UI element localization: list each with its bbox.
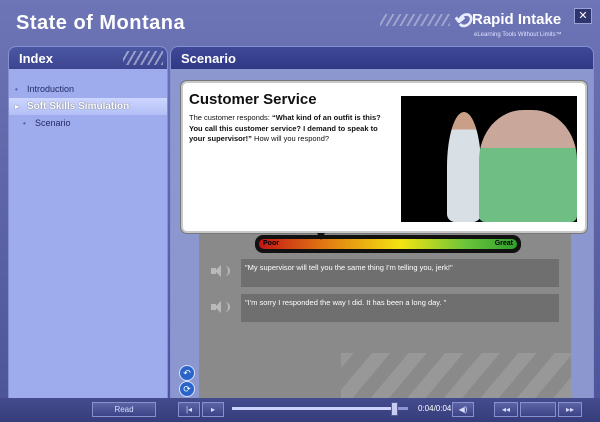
customer-photo: [401, 96, 577, 222]
close-icon: ✕: [578, 10, 588, 22]
person-front: [479, 110, 577, 222]
app-window: State of Montana ⟲ Rapid Intake eLearnin…: [0, 0, 600, 422]
player-bar: Read |◂ ▸ 0:04/0:04 ◀) ◂◂ ▸▸: [0, 398, 600, 422]
undo-icon[interactable]: ↶: [179, 365, 195, 381]
nav-item-scenario[interactable]: • Scenario: [9, 115, 167, 132]
skip-back-icon: |◂: [185, 405, 193, 414]
meter-poor-label: Poor: [263, 240, 279, 247]
scenario-title: Scenario: [181, 51, 236, 66]
meter-pointer-icon: [316, 233, 325, 240]
next-page-button[interactable]: ▸▸: [558, 402, 582, 417]
card-title: Customer Service: [189, 91, 317, 108]
nav-item-label: Introduction: [27, 84, 75, 94]
logo-name: Rapid Intake: [472, 11, 562, 28]
volume-icon: ◀): [458, 405, 468, 414]
meter-gradient: [259, 239, 517, 249]
index-header: Index: [9, 47, 167, 69]
scenario-prompt: The customer responds: “What kind of an …: [189, 113, 389, 145]
close-button[interactable]: ✕: [574, 8, 592, 24]
time-display: 0:04/0:04: [418, 404, 452, 413]
previous-page-button[interactable]: ◂◂: [494, 402, 518, 417]
scenario-panel: Scenario Customer Service The customer r…: [170, 46, 594, 400]
response-option[interactable]: "I'm sorry I responded the way I did. It…: [241, 294, 559, 322]
timeline-progress: [232, 407, 394, 410]
play-button[interactable]: ▸: [202, 402, 224, 417]
rapid-intake-logo: ⟲ Rapid Intake eLearning Tools Without L…: [452, 8, 570, 42]
index-nav: • Introduction ▸ Soft Skills Simulation …: [9, 81, 167, 132]
prompt-intro: The customer responds:: [189, 113, 272, 122]
nav-item-soft-skills-simulation[interactable]: ▸ Soft Skills Simulation: [9, 98, 167, 115]
refresh-icon[interactable]: ⟳: [179, 381, 195, 397]
read-button-label: Read: [114, 405, 134, 414]
stage-stripes: [341, 353, 571, 399]
prompt-question: How will you respond?: [251, 134, 330, 143]
bullet-icon: •: [23, 119, 26, 128]
nav-item-label: Scenario: [35, 118, 71, 128]
speaker-icon[interactable]: [211, 300, 230, 314]
scenario-card: Customer Service The customer responds: …: [181, 81, 587, 233]
nav-item-introduction[interactable]: • Introduction: [9, 81, 167, 98]
bullet-icon: •: [15, 85, 18, 94]
scenario-header: Scenario: [171, 47, 593, 69]
response-option[interactable]: "My supervisor will tell you the same th…: [241, 259, 559, 287]
speaker-icon[interactable]: [211, 264, 230, 278]
play-icon: ▸: [210, 405, 215, 414]
index-title: Index: [19, 51, 53, 66]
timeline-slider[interactable]: [232, 402, 408, 416]
app-title: State of Montana: [16, 12, 186, 34]
timeline-thumb[interactable]: [390, 402, 398, 416]
index-panel: Index • Introduction ▸ Soft Skills Simul…: [8, 46, 168, 400]
rewind-icon: ◂◂: [501, 405, 511, 414]
response-option-text: "My supervisor will tell you the same th…: [245, 263, 453, 272]
skip-back-button[interactable]: |◂: [178, 402, 200, 417]
nav-item-label: Soft Skills Simulation: [27, 101, 130, 112]
satisfaction-meter: Poor Great: [255, 233, 521, 253]
meter-great-label: Great: [494, 240, 513, 247]
index-header-stripes: [123, 51, 163, 65]
page-spacer-button: [520, 402, 556, 417]
read-button[interactable]: Read: [92, 402, 156, 417]
response-option-text: "I'm sorry I responded the way I did. It…: [245, 298, 447, 307]
person-left: [447, 112, 481, 222]
volume-button[interactable]: ◀): [452, 402, 474, 417]
logo-mark-icon: ⟲: [452, 8, 471, 33]
fast-forward-icon: ▸▸: [565, 405, 575, 414]
header-stripes: [380, 14, 450, 26]
arrow-icon: ▸: [15, 102, 20, 111]
logo-tagline: eLearning Tools Without Limits™: [474, 32, 562, 38]
